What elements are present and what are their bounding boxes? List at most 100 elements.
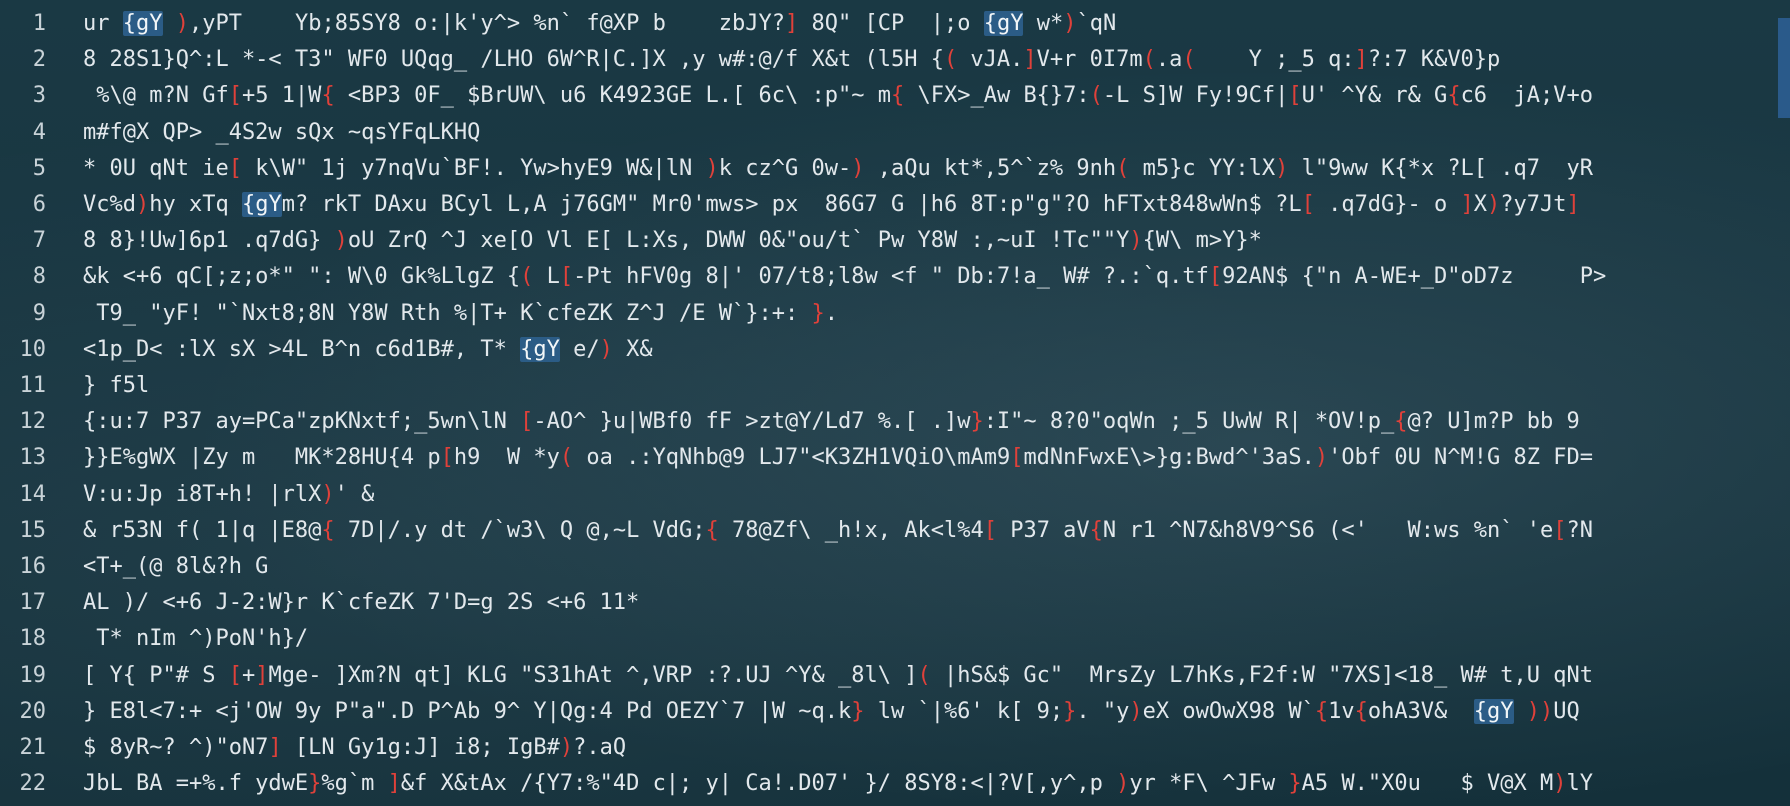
- bracket-token: [: [228, 155, 242, 181]
- code-text: +: [241, 662, 256, 688]
- search-match-highlight: {gY: [122, 11, 163, 36]
- bracket-token: ): [705, 155, 719, 181]
- search-match-highlight: {gY: [520, 336, 560, 362]
- code-line[interactable]: * 0U qNt ie[ k\W" 1j y7nqVu`BF!. Yw>hyE9…: [83, 151, 1777, 187]
- code-text: lY: [1566, 771, 1594, 797]
- code-text: } f5l: [83, 373, 150, 398]
- bracket-token: }: [308, 771, 322, 797]
- code-line[interactable]: 8 8}!Uw]6p1 .q7dG} )oU ZrQ ^J xe[O Vl E[…: [83, 223, 1777, 259]
- code-line[interactable]: m#f@X QP> _4S2w sQx ~qsYFqLKHQ: [83, 115, 1777, 151]
- code-line[interactable]: %\@ m?N Gf[+5 1|W{ <BP3 0F_ $BrUW\ u6 K4…: [83, 78, 1777, 114]
- code-text: k\W" 1j y7nqVu`BF!. Yw>hyE9 W&|lN: [241, 155, 706, 181]
- bracket-token: ): [1275, 155, 1289, 181]
- code-text: -L S]W Fy!9Cf|: [1102, 83, 1289, 109]
- bracket-token: ]: [387, 771, 401, 797]
- code-text: .: [824, 300, 838, 326]
- code-line[interactable]: }}E%gWX |Zy m MK*28HU{4 p[h9 W *y( oa .:…: [83, 440, 1777, 476]
- bracket-token: [: [520, 409, 534, 435]
- bracket-token: ): [321, 481, 335, 507]
- bracket-token: ): [1553, 771, 1567, 797]
- code-line[interactable]: <T+_(@ 8l&?h G: [83, 549, 1777, 585]
- scrollbar-marker[interactable]: [1778, 18, 1790, 118]
- code-text: ?.aQ: [573, 735, 627, 760]
- code-line[interactable]: {:u:7 P37 ay=PCa"zpKNxtf;_5wn\lN [-AO^ }…: [83, 404, 1777, 440]
- code-text: [ Y{ P"# S: [83, 662, 229, 688]
- code-line[interactable]: & r53N f( 1|q |E8@{ 7D|/.y dt /`w3\ Q @,…: [83, 513, 1777, 549]
- code-text: JbL BA =+%.f ydwE: [83, 771, 309, 797]
- bracket-token: ): [1487, 192, 1501, 217]
- code-line[interactable]: JbL BA =+%.f ydwE}%g`m ]&f X&tAx /{Y7:%"…: [83, 766, 1777, 802]
- code-text: vJA.: [957, 47, 1024, 73]
- code-text: `qN: [1076, 11, 1117, 36]
- code-text: mdNnFwxE\>}g:Bwd^'3aS.: [1023, 445, 1315, 471]
- bracket-token: ): [1129, 228, 1143, 254]
- code-text: m#f@X QP> _4S2w sQx ~qsYFqLKHQ: [83, 119, 481, 145]
- code-line[interactable]: } f5l: [83, 368, 1777, 404]
- code-text: \FX>_Aw B{}7:: [904, 83, 1090, 109]
- bracket-token: ): [334, 228, 348, 254]
- code-text: oU ZrQ ^J xe[O Vl E[ L:Xs, DWW 0&"ou/t` …: [347, 228, 1130, 254]
- bracket-token: ): [851, 155, 865, 181]
- code-line[interactable]: <1p_D< :lX sX >4L B^n c6d1B#, T* {gY e/)…: [83, 332, 1777, 368]
- code-line[interactable]: T* nIm ^)PoN'h}/: [83, 621, 1777, 657]
- code-text: m5}c YY:lX: [1129, 155, 1276, 181]
- code-line[interactable]: ur {gY ),yPT Yb;85SY8 o:|k'y^> %n` f@XP …: [83, 6, 1777, 42]
- code-text: P37 aV: [996, 517, 1090, 543]
- bracket-token: ]: [268, 735, 282, 760]
- code-text: ?y7Jt: [1500, 192, 1567, 217]
- code-text: <1p_D< :lX sX >4L B^n c6d1B#, T*: [83, 336, 521, 362]
- code-text: 8Q" [CP |;o: [798, 11, 984, 36]
- code-line[interactable]: AL )/ <+6 J-2:W}r K`cfeZK 7'D=g 2S <+6 1…: [83, 585, 1777, 621]
- bracket-token: [: [1553, 517, 1567, 543]
- code-text: oa .:YqNhb@9 LJ7"<K3ZH1VQiO\mAm9: [573, 445, 1011, 471]
- code-text: V:u:Jp i8T+h! |rlX: [83, 481, 322, 507]
- bracket-token: {: [321, 517, 335, 543]
- code-text: .q7dG}- o: [1314, 192, 1461, 217]
- code-line[interactable]: T9_ "yF! "`Nxt8;8N Y8W Rth %|T+ K`cfeZK …: [83, 296, 1777, 332]
- bracket-token: {: [890, 83, 905, 109]
- code-text: T9_ "yF! "`Nxt8;8N Y8W Rth %|T+ K`cfeZK …: [83, 300, 812, 326]
- code-text: e/: [559, 336, 600, 362]
- search-match-highlight: {gY: [241, 192, 282, 217]
- bracket-token: ]: [1354, 47, 1368, 73]
- code-area[interactable]: ur {gY ),yPT Yb;85SY8 o:|k'y^> %n` f@XP …: [0, 0, 1790, 806]
- code-line[interactable]: $ 8yR~? ^)"oN7] [LN Gy1g:J] i8; IgB#)?.a…: [83, 730, 1777, 766]
- code-line[interactable]: V:u:Jp i8T+h! |rlX)' &: [83, 477, 1777, 513]
- bracket-token: }: [1063, 698, 1077, 724]
- bracket-token: ): [135, 192, 150, 217]
- bracket-token: ]: [255, 662, 269, 688]
- bracket-token: [: [559, 264, 574, 290]
- code-text: {:u:7 P37 ay=PCa"zpKNxtf;_5wn\lN: [83, 409, 521, 435]
- bracket-token: (: [559, 445, 574, 471]
- bracket-token: ]: [1566, 192, 1580, 217]
- bracket-token: (: [1116, 155, 1130, 181]
- code-line[interactable]: } E8l<7:+ <j'OW 9y P"a".D P^Ab 9^ Y|Qg:4…: [83, 694, 1777, 730]
- bracket-token: ): [175, 11, 189, 36]
- code-text: UQ: [1553, 698, 1580, 724]
- code-line[interactable]: [ Y{ P"# S [+]Mge- ]Xm?N qt] KLG "S31hAt…: [83, 658, 1777, 694]
- code-text: 'Obf 0U N^M!G 8Z FD=: [1328, 445, 1593, 471]
- code-text: 78@Zf\ _h!x, Ak<l%4: [718, 517, 984, 543]
- code-text: ?N: [1566, 517, 1594, 543]
- bracket-token: ]: [1460, 192, 1474, 217]
- code-line[interactable]: Vc%d)hy xTq {gYm? rkT DAxu BCyl L,A j76G…: [83, 187, 1777, 223]
- code-text: +5 1|W: [241, 83, 322, 109]
- code-text: h9 W *y: [453, 445, 560, 471]
- code-text: A5 W."X0u $ V@X M: [1301, 771, 1554, 797]
- code-text: Mge- ]Xm?N qt] KLG "S31hAt ^,VRP :?.UJ ^…: [268, 662, 918, 688]
- code-text: ,aQu kt*,5^`z% 9nh: [864, 155, 1117, 181]
- code-text: L: [533, 264, 560, 290]
- code-text: N r1 ^N7&h8V9^S6 (<' W:ws %n` 'e: [1102, 517, 1554, 543]
- bracket-token: [: [1301, 192, 1315, 217]
- bracket-token: ): [1116, 771, 1130, 797]
- bracket-token: {: [1447, 83, 1461, 109]
- bracket-token: {: [1089, 517, 1103, 543]
- code-line[interactable]: &k <+6 qC[;z;o*" ": W\0 Gk%LlgZ {( L[-Pt…: [83, 259, 1777, 295]
- code-text: U' ^Y& r& G: [1301, 83, 1448, 109]
- code-line[interactable]: 8 28S1}Q^:L *-< T3" WF0 UQqg_ /LHO 6W^R|…: [83, 42, 1777, 78]
- code-editor[interactable]: 1 2 3 4 5 6 7 8 9 10 11 12 13 14 15 16 17 18 19 20 21 22 ur {…: [0, 0, 1790, 806]
- bracket-token: ): [1129, 698, 1143, 724]
- search-match-highlight: {gY: [1473, 698, 1514, 724]
- code-text: <BP3 0F_ $BrUW\ u6 K4923GE L.[ 6c\ :p"~ …: [334, 83, 891, 109]
